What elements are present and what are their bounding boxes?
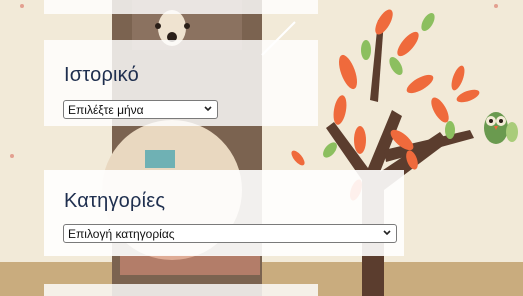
category-select-value: Επιλογή κατηγορίας [68,227,175,241]
chevron-down-icon [204,106,212,112]
categories-title: Κατηγορίες [64,190,166,212]
archive-widget: Ιστορικό Επιλέξτε μήνα [44,40,318,126]
category-select[interactable]: Επιλογή κατηγορίας [63,224,397,243]
owl-illustration [484,112,518,144]
archive-select-value: Επιλέξτε μήνα [68,103,144,117]
categories-widget: Κατηγορίες Επιλογή κατηγορίας [44,170,404,256]
archive-month-select[interactable]: Επιλέξτε μήνα [63,100,218,119]
widget-bottom-partial [44,284,318,296]
archive-title: Ιστορικό [64,64,139,86]
widget-top-partial [44,0,318,14]
chevron-down-icon [383,230,391,236]
